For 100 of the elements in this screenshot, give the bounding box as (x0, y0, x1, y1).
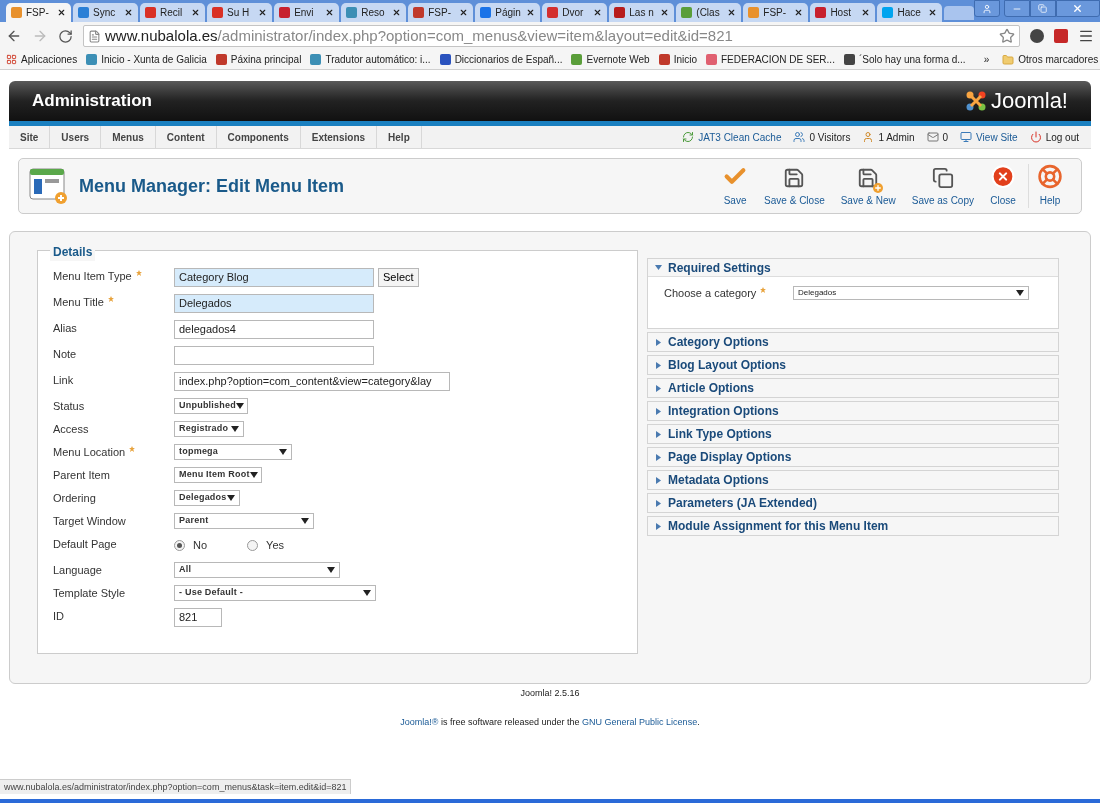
dropdown[interactable]: All (174, 561, 340, 578)
back-icon[interactable] (6, 28, 22, 44)
bookmark[interactable]: Diccionarios de Españ... (439, 52, 563, 67)
toolbar-button[interactable]: Help (1028, 164, 1071, 208)
close-icon[interactable] (794, 8, 804, 17)
browser-tab[interactable]: Recil (140, 3, 206, 22)
bookmark[interactable]: Páxina principal (215, 52, 302, 67)
status-link[interactable]: Log out (1045, 129, 1079, 145)
text-field[interactable]: Delegados (174, 293, 374, 313)
footer-link[interactable]: Joomla!® (400, 716, 439, 727)
bookmark[interactable]: Tradutor automático: i... (310, 52, 431, 67)
browser-tab[interactable]: Dvor (542, 3, 608, 22)
dropdown[interactable]: topmega (174, 443, 292, 460)
browser-tab[interactable]: FSP- (408, 3, 474, 22)
browser-tab[interactable]: (Clas (676, 3, 742, 22)
close-icon[interactable] (459, 8, 469, 17)
panel-header[interactable]: Parameters (JA Extended) (648, 494, 1058, 512)
close-icon[interactable] (593, 8, 603, 17)
close-icon[interactable] (660, 8, 670, 17)
browser-tab[interactable]: Hace (877, 3, 943, 22)
field-label: Target Window (53, 514, 126, 529)
close-icon[interactable] (191, 8, 201, 17)
caret-right-icon (655, 361, 662, 369)
profile-button[interactable] (973, 0, 1000, 17)
close-icon[interactable] (526, 8, 536, 17)
menu-item[interactable]: Components (216, 126, 301, 148)
bookmark[interactable]: Inicio - Xunta de Galicia (86, 52, 207, 67)
close-window-button[interactable] (1055, 0, 1100, 17)
restore-button[interactable] (1029, 0, 1056, 17)
close-icon[interactable] (124, 8, 134, 17)
browser-tab[interactable]: Las n (609, 3, 675, 22)
radio-option[interactable]: No (174, 536, 208, 554)
bookmark[interactable]: ´Solo hay una forma d... (843, 52, 966, 67)
close-icon[interactable] (258, 8, 268, 17)
close-icon[interactable] (57, 8, 67, 17)
browser-tab[interactable]: Envi (274, 3, 340, 22)
bookmark[interactable]: Inicio (658, 52, 697, 67)
star-icon[interactable] (999, 28, 1015, 44)
status-link[interactable]: View Site (976, 129, 1018, 145)
close-icon[interactable] (861, 8, 871, 17)
radio-option[interactable]: Yes (247, 536, 284, 554)
dropdown[interactable]: Registrado (174, 420, 244, 437)
browser-tab[interactable]: Su H (207, 3, 273, 22)
panel-header[interactable]: Category Options (648, 333, 1058, 351)
bookmark[interactable]: Evernote Web (571, 52, 650, 67)
site-icon (658, 54, 670, 65)
minimize-button[interactable] (1003, 0, 1030, 17)
toolbar-button[interactable]: Close (982, 164, 1024, 208)
menu-icon[interactable] (1078, 28, 1094, 44)
bookmark-folder[interactable]: Otros marcadores (1002, 52, 1099, 67)
toolbar-button[interactable]: Save & New (832, 164, 904, 208)
browser-tab[interactable]: FSP- (743, 3, 809, 22)
toolbar-button[interactable]: Save & Close (756, 164, 833, 208)
toolbar-button[interactable]: Save as Copy (903, 164, 982, 208)
toolbar-button[interactable]: Save (714, 164, 757, 208)
radio-button[interactable] (247, 539, 259, 551)
folder-icon (1002, 53, 1015, 66)
close-icon[interactable] (392, 8, 402, 17)
browser-tab[interactable]: Págin (475, 3, 541, 22)
address-bar[interactable]: www.nubalola.es/administrator/index.php?option=com_menus&view=item&layout=edit&id=821 (83, 25, 1020, 47)
panel-header[interactable]: Page Display Options (648, 448, 1058, 466)
dropdown[interactable]: Parent (174, 512, 314, 529)
browser-tab[interactable]: Sync (73, 3, 139, 22)
select-button[interactable]: Select (378, 267, 419, 287)
text-field[interactable]: index.php?option=com_content&view=category&lay (174, 371, 450, 391)
close-icon[interactable] (325, 8, 335, 17)
dropdown[interactable]: Delegados (793, 286, 1029, 301)
bookmark[interactable]: Aplicaciones (6, 52, 78, 67)
menu-item[interactable]: Site (9, 126, 51, 148)
status-link[interactable]: JAT3 Clean Cache (698, 129, 782, 145)
panel-header[interactable]: Metadata Options (648, 471, 1058, 489)
panel-header[interactable]: Required Settings (648, 259, 1058, 277)
panel-header[interactable]: Article Options (648, 379, 1058, 397)
menu-item[interactable]: Menus (101, 126, 156, 148)
more-bookmarks-button[interactable]: » (983, 52, 990, 67)
menu-item[interactable]: Extensions (300, 126, 378, 148)
text-field[interactable] (174, 345, 374, 365)
dropdown[interactable]: - Use Default - (174, 584, 376, 601)
browser-tab[interactable]: FSP- (6, 3, 72, 22)
reload-icon[interactable] (58, 28, 73, 44)
browser-tab[interactable]: Reso (341, 3, 407, 22)
text-field[interactable]: 821 (174, 607, 222, 627)
panel-header[interactable]: Link Type Options (648, 425, 1058, 443)
radio-button[interactable] (174, 539, 185, 551)
dropdown[interactable]: Unpublished (174, 397, 248, 414)
menu-item[interactable]: Content (155, 126, 217, 148)
close-icon[interactable] (928, 8, 938, 17)
bookmark[interactable]: FEDERACION DE SER... (706, 52, 835, 67)
menu-item[interactable]: Help (377, 126, 422, 148)
panel-header[interactable]: Module Assignment for this Menu Item (648, 517, 1058, 535)
dropdown[interactable]: Menu Item Root (174, 466, 262, 483)
refresh-icon (682, 131, 695, 143)
text-field[interactable]: Category Blog (174, 267, 374, 287)
browser-tab[interactable]: Host (810, 3, 876, 22)
text-field[interactable]: delegados4 (174, 319, 374, 339)
close-icon[interactable] (727, 8, 737, 17)
menu-item[interactable]: Users (50, 126, 102, 148)
panel-header[interactable]: Integration Options (648, 402, 1058, 420)
panel-header[interactable]: Blog Layout Options (648, 356, 1058, 374)
dropdown[interactable]: Delegados (174, 489, 240, 506)
